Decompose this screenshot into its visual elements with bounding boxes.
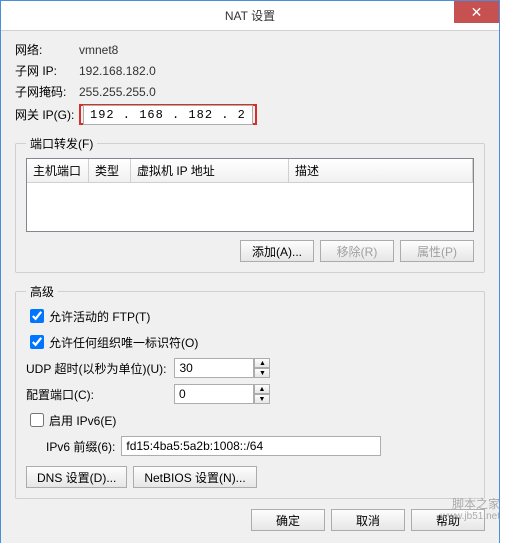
col-desc[interactable]: 描述: [289, 159, 473, 182]
properties-button: 属性(P): [400, 240, 474, 262]
udp-timeout-down-icon[interactable]: ▼: [254, 368, 270, 378]
help-button[interactable]: 帮助: [411, 509, 485, 531]
close-button[interactable]: ✕: [454, 1, 499, 23]
allow-ftp-checkbox[interactable]: [30, 309, 44, 323]
port-forward-buttons: 添加(A)... 移除(R) 属性(P): [26, 240, 474, 262]
gateway-ip-input[interactable]: 192 . 168 . 182 . 2: [83, 105, 253, 125]
dialog-buttons: 确定 取消 帮助: [15, 509, 485, 531]
nat-settings-dialog: NAT 设置 ✕ 网络: vmnet8 子网 IP: 192.168.182.0…: [0, 0, 500, 543]
netbios-settings-button[interactable]: NetBIOS 设置(N)...: [133, 466, 256, 488]
gateway-label: 网关 IP(G):: [15, 106, 79, 123]
ipv6-prefix-label: IPv6 前缀(6):: [46, 438, 115, 455]
subnet-value: 192.168.182.0: [79, 64, 156, 78]
ok-button[interactable]: 确定: [251, 509, 325, 531]
col-vm-ip[interactable]: 虚拟机 IP 地址: [131, 159, 289, 182]
subnet-row: 子网 IP: 192.168.182.0: [15, 62, 485, 79]
network-label: 网络:: [15, 41, 79, 58]
network-value: vmnet8: [79, 43, 118, 57]
allow-oui-label: 允许任何组织唯一标识符(O): [49, 334, 198, 351]
port-forward-legend: 端口转发(F): [26, 135, 97, 152]
udp-timeout-label: UDP 超时(以秒为单位)(U):: [26, 360, 166, 377]
mask-row: 子网掩码: 255.255.255.0: [15, 83, 485, 100]
titlebar: NAT 设置 ✕: [1, 1, 499, 31]
advanced-group: 高级 允许活动的 FTP(T) 允许任何组织唯一标识符(O) UDP 超时(以秒…: [15, 283, 485, 499]
ipv6-prefix-input[interactable]: [121, 436, 381, 456]
subnet-label: 子网 IP:: [15, 62, 79, 79]
allow-ftp-row: 允许活动的 FTP(T): [26, 306, 474, 326]
enable-ipv6-checkbox[interactable]: [30, 413, 44, 427]
udp-timeout-input[interactable]: [174, 358, 254, 378]
dialog-body: 网络: vmnet8 子网 IP: 192.168.182.0 子网掩码: 25…: [1, 31, 499, 543]
port-forward-group: 端口转发(F) 主机端口 类型 虚拟机 IP 地址 描述 添加(A)... 移除…: [15, 135, 485, 273]
network-row: 网络: vmnet8: [15, 41, 485, 58]
advanced-buttons: DNS 设置(D)... NetBIOS 设置(N)...: [26, 466, 474, 488]
remove-button: 移除(R): [320, 240, 394, 262]
udp-timeout-up-icon[interactable]: ▲: [254, 358, 270, 368]
config-port-label: 配置端口(C):: [26, 386, 94, 403]
add-button[interactable]: 添加(A)...: [240, 240, 314, 262]
allow-oui-row: 允许任何组织唯一标识符(O): [26, 332, 474, 352]
table-header: 主机端口 类型 虚拟机 IP 地址 描述: [27, 159, 473, 183]
advanced-legend: 高级: [26, 283, 58, 300]
port-forward-table[interactable]: 主机端口 类型 虚拟机 IP 地址 描述: [26, 158, 474, 232]
enable-ipv6-label: 启用 IPv6(E): [49, 412, 116, 429]
config-port-up-icon[interactable]: ▲: [254, 384, 270, 394]
config-port-down-icon[interactable]: ▼: [254, 394, 270, 404]
col-type[interactable]: 类型: [89, 159, 131, 182]
enable-ipv6-row: 启用 IPv6(E): [26, 410, 474, 430]
mask-label: 子网掩码:: [15, 83, 79, 100]
ipv6-prefix-row: IPv6 前缀(6):: [46, 436, 474, 456]
udp-timeout-row: UDP 超时(以秒为单位)(U): ▲ ▼: [26, 358, 474, 378]
col-host-port[interactable]: 主机端口: [27, 159, 89, 182]
dns-settings-button[interactable]: DNS 设置(D)...: [26, 466, 127, 488]
window-title: NAT 设置: [225, 7, 275, 24]
gateway-highlight-box: 192 . 168 . 182 . 2: [79, 104, 257, 125]
allow-ftp-label: 允许活动的 FTP(T): [49, 308, 150, 325]
allow-oui-checkbox[interactable]: [30, 335, 44, 349]
cancel-button[interactable]: 取消: [331, 509, 405, 531]
config-port-row: 配置端口(C): ▲ ▼: [26, 384, 474, 404]
config-port-input[interactable]: [174, 384, 254, 404]
mask-value: 255.255.255.0: [79, 85, 156, 99]
gateway-row: 网关 IP(G): 192 . 168 . 182 . 2: [15, 104, 485, 125]
